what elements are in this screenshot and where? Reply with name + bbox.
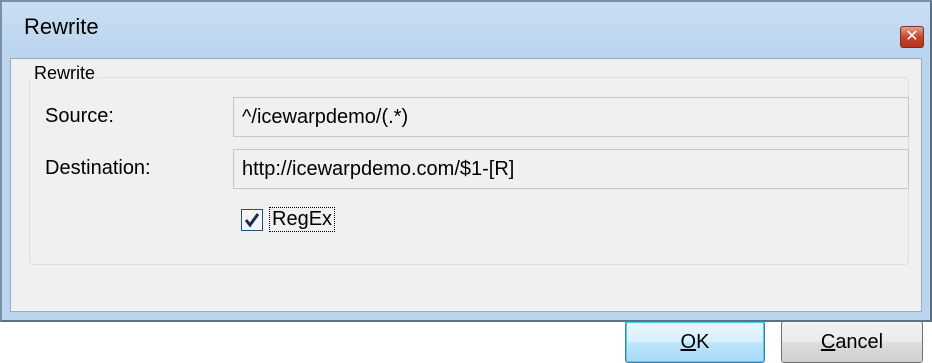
cancel-button[interactable]: Cancel: [781, 321, 923, 363]
cancel-label-rest: ancel: [835, 331, 884, 353]
source-label: Source:: [45, 105, 114, 127]
regex-label[interactable]: RegEx: [269, 207, 336, 232]
title-bar[interactable]: Rewrite ✕: [2, 2, 930, 54]
checkmark-icon: [244, 213, 260, 228]
ok-label-rest: K: [696, 331, 710, 353]
source-field[interactable]: ^/icewarpdemo/(.*): [233, 97, 909, 137]
destination-label: Destination:: [45, 157, 151, 179]
regex-checkbox[interactable]: [241, 209, 263, 231]
rewrite-dialog: Rewrite ✕ Rewrite Source: ^/icewarpdemo/…: [0, 0, 932, 363]
dialog-body: Rewrite Source: ^/icewarpdemo/(.*) Desti…: [10, 58, 923, 363]
window-title: Rewrite: [24, 14, 99, 39]
ok-button[interactable]: OK: [625, 321, 765, 363]
close-button[interactable]: ✕: [900, 26, 924, 48]
ok-mnemonic: O: [680, 331, 697, 353]
close-icon: ✕: [905, 28, 919, 45]
groupbox-legend: Rewrite: [31, 63, 99, 84]
destination-field[interactable]: http://icewarpdemo.com/$1-[R]: [233, 149, 909, 189]
cancel-mnemonic: C: [820, 331, 836, 353]
